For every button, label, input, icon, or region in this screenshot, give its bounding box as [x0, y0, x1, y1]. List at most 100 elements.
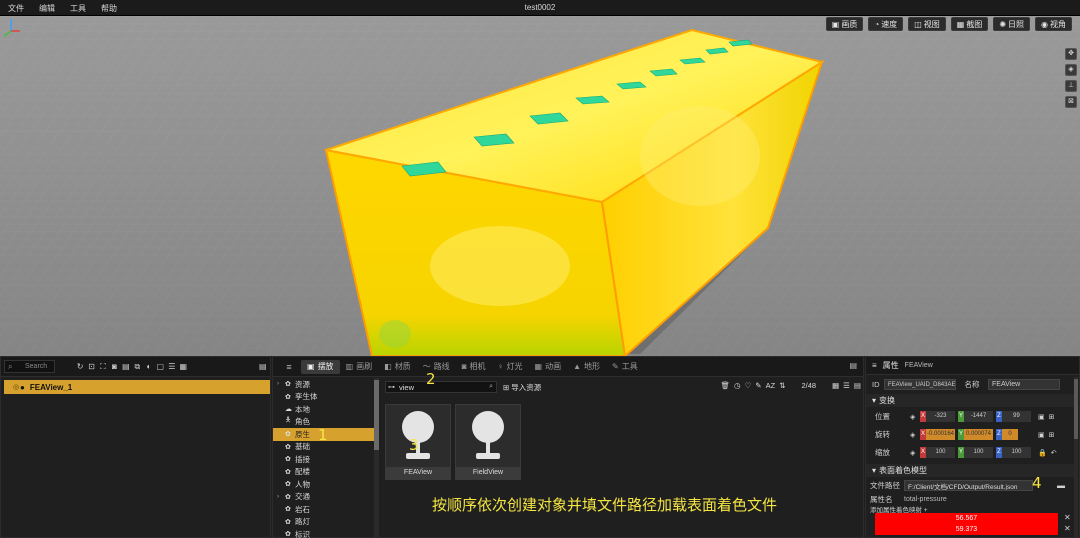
- reset-icon[interactable]: ⊞: [1049, 431, 1055, 439]
- position-x[interactable]: -323: [926, 411, 955, 422]
- rotation-x[interactable]: -0.000164: [926, 429, 955, 440]
- surface-shading-section[interactable]: ▾ 表面着色模型: [866, 464, 1076, 477]
- scale-y[interactable]: 100: [964, 447, 993, 458]
- snap-tool-icon[interactable]: ⊠: [1065, 96, 1077, 108]
- tree-item-twins[interactable]: ✿ 孪生体: [273, 391, 374, 404]
- tab-material[interactable]: ◧ 材质: [378, 360, 417, 374]
- tree-item-streetlight[interactable]: ✿ 路灯: [273, 516, 374, 529]
- quality-button[interactable]: ▣ 画质: [825, 17, 864, 31]
- grid-view-icon[interactable]: ▦: [832, 381, 839, 390]
- tab-light[interactable]: ♀ 灯光: [492, 360, 529, 374]
- focus-icon[interactable]: ⊡: [87, 362, 95, 372]
- tree-item-rock[interactable]: ✿ 岩石: [273, 503, 374, 516]
- undo-icon[interactable]: ↶: [1051, 449, 1057, 457]
- cube-tool-icon[interactable]: ◈: [1065, 64, 1077, 76]
- tab-camera[interactable]: ◙ 相机: [456, 360, 492, 374]
- save-icon[interactable]: ▣: [1038, 413, 1045, 421]
- box-icon[interactable]: ▢: [156, 362, 165, 372]
- delete-icon[interactable]: 🗑: [720, 381, 730, 390]
- history-icon[interactable]: ◷: [734, 381, 741, 390]
- asset-tile-label: FEAView: [386, 467, 450, 479]
- scale-z[interactable]: 100: [1002, 447, 1031, 458]
- tree-scrollbar[interactable]: [374, 378, 379, 538]
- color-map-value-1[interactable]: 56.567: [875, 513, 1058, 524]
- expand-arrow-icon[interactable]: ›: [277, 494, 282, 500]
- hamburger-icon[interactable]: ≡: [277, 362, 301, 372]
- camera-icon: ◙: [461, 362, 467, 371]
- camera-icon[interactable]: ◙: [110, 362, 118, 372]
- detail-view-icon[interactable]: ▤: [854, 381, 861, 390]
- align-tool-icon[interactable]: ⊥: [1065, 80, 1077, 92]
- tree-item-local[interactable]: ☁ 本地: [273, 403, 374, 416]
- rotation-y[interactable]: 0.000074: [964, 429, 993, 440]
- step-marker-4: 4: [1032, 474, 1042, 492]
- refresh-icon[interactable]: ↻: [76, 362, 84, 372]
- step-marker-1: 1: [318, 426, 328, 444]
- id-field[interactable]: FEAView_UAID_D843AE: [884, 379, 956, 390]
- outliner-row-selected[interactable]: ◎ ● FEAView_1: [4, 380, 270, 394]
- rotation-z[interactable]: 0: [1002, 429, 1018, 440]
- bulb-icon: ♀: [497, 362, 504, 371]
- lock-icon[interactable]: 🔒: [1038, 449, 1047, 457]
- move-tool-icon[interactable]: ✥: [1065, 48, 1077, 60]
- tree-item-traffic[interactable]: › ✿ 交通: [273, 491, 374, 504]
- tab-place[interactable]: ▣ 摆放: [301, 359, 340, 374]
- edit-icon[interactable]: ✎: [755, 381, 761, 390]
- menu-file[interactable]: 文件: [8, 3, 39, 14]
- grid-icon[interactable]: ▦: [179, 362, 187, 372]
- transform-section[interactable]: ▾ 变换: [866, 394, 1076, 407]
- tree-item-resources[interactable]: › ✿ 资源: [273, 378, 374, 391]
- frame-icon[interactable]: ⛶: [99, 362, 107, 372]
- asset-filter-input[interactable]: ⊶ view ⌕: [385, 381, 497, 393]
- list-view-icon[interactable]: ☰: [843, 381, 850, 390]
- close-icon[interactable]: ✕: [1064, 513, 1071, 522]
- speed-button[interactable]: ◔ 速度: [868, 17, 904, 31]
- 3d-viewport[interactable]: ▣ 画质 ◔ 速度 ◫ 视图 ▦ 截图 ✺ 日照 ◉ 视角 ✥ ◈ ⊥ ⊠: [0, 16, 1080, 356]
- position-y[interactable]: -1447: [964, 411, 993, 422]
- gear-icon: ✿: [285, 506, 291, 514]
- properties-scrollbar[interactable]: [1074, 377, 1078, 537]
- asset-tile-fieldview[interactable]: FieldView: [455, 404, 521, 480]
- tree-item-people[interactable]: ✿ 人物: [273, 478, 374, 491]
- color-map-value-2[interactable]: 59.373: [875, 524, 1058, 535]
- sort-icon[interactable]: ⇅: [779, 381, 785, 390]
- close-icon[interactable]: ✕: [1064, 524, 1071, 533]
- outliner-menu-icon[interactable]: ▤: [259, 362, 267, 372]
- copy-icon[interactable]: ⧉: [133, 362, 141, 372]
- perspective-button[interactable]: ◉ 视角: [1035, 17, 1072, 31]
- screenshot-button[interactable]: ▦ 截图: [950, 17, 989, 31]
- outliner-search-input[interactable]: ⌕ Search: [4, 360, 55, 373]
- group-icon[interactable]: ◐: [145, 362, 153, 372]
- folder-icon[interactable]: ▬: [1057, 481, 1065, 490]
- menu-help[interactable]: 帮助: [101, 3, 132, 14]
- position-z[interactable]: 99: [1002, 411, 1031, 422]
- tree-item-plug[interactable]: ✿ 插接: [273, 453, 374, 466]
- name-field[interactable]: FEAView: [988, 379, 1060, 390]
- list-icon[interactable]: ☰: [168, 362, 176, 372]
- visibility-icon[interactable]: ◎: [13, 383, 19, 391]
- save-icon[interactable]: ▣: [1038, 431, 1045, 439]
- sort-az-icon[interactable]: AZ: [766, 381, 776, 390]
- scale-x[interactable]: 100: [926, 447, 955, 458]
- menu-edit[interactable]: 编辑: [39, 3, 70, 14]
- tree-item-building[interactable]: ✿ 配楼: [273, 466, 374, 479]
- sunlight-button[interactable]: ✺ 日照: [993, 17, 1031, 31]
- import-asset-button[interactable]: ⊞ 导入资源: [503, 382, 541, 393]
- tree-item-sign[interactable]: ✿ 标识: [273, 528, 374, 538]
- expand-arrow-icon[interactable]: ›: [277, 381, 282, 387]
- film-icon[interactable]: ▤: [122, 362, 130, 372]
- file-path-input[interactable]: F:/Client/文档/CFD/Output/Result.json: [904, 480, 1033, 491]
- favorite-icon[interactable]: ♡: [745, 381, 752, 390]
- menu-tools[interactable]: 工具: [70, 3, 101, 14]
- tab-animation[interactable]: ▦ 动画: [529, 360, 568, 374]
- tab-brush[interactable]: ▥ 画刷: [340, 360, 379, 374]
- tab-terrain[interactable]: ▲ 地形: [567, 360, 606, 374]
- tab-tools[interactable]: ✎ 工具: [606, 360, 644, 374]
- panel-menu-icon[interactable]: ▤: [849, 361, 857, 370]
- attr-name-value[interactable]: total-pressure: [904, 496, 947, 503]
- properties-menu-icon[interactable]: ≡: [872, 361, 877, 370]
- gear-icon: ✿: [285, 393, 291, 401]
- view-button[interactable]: ◫ 视图: [908, 17, 946, 31]
- reset-icon[interactable]: ⊞: [1049, 413, 1055, 421]
- tab-route[interactable]: 〜路线: [417, 360, 456, 374]
